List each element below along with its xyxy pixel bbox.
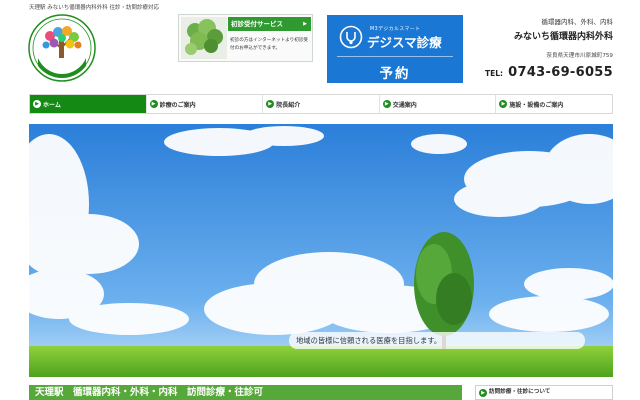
reserve-label: 予約 <box>379 66 411 82</box>
first-visit-title: 初診受付サービス ▶ <box>228 17 311 31</box>
divider <box>337 56 453 57</box>
nav-item-facilities[interactable]: ▶ 施設・設備のご案内 <box>496 95 612 113</box>
section-headline: 天理駅 循環器内科・外科・内科 訪問診療・往診可 <box>29 385 462 400</box>
clinic-logo[interactable] <box>28 14 96 82</box>
arrow-right-icon: ▶ <box>479 388 487 397</box>
arrow-right-icon: ▶ <box>33 100 41 108</box>
nav-item-director[interactable]: ▶ 院長紹介 <box>263 95 380 113</box>
phone-label: TEL: <box>485 69 504 78</box>
global-nav: ▶ ホーム ▶ 診療のご案内 ▶ 院長紹介 ▶ 交通案内 ▶ 施設・設備のご案内 <box>29 94 613 114</box>
arrow-right-icon: ▶ <box>266 100 275 108</box>
digisma-subtitle: M3デジカルスマート <box>370 27 421 32</box>
arrow-right-icon: ▶ <box>303 21 307 27</box>
nav-item-services[interactable]: ▶ 診療のご案内 <box>147 95 264 113</box>
arrow-right-icon: ▶ <box>499 100 508 108</box>
clinic-address: 奈良県天理市川原城町759 <box>546 53 613 59</box>
arrow-right-icon: ▶ <box>149 100 158 108</box>
nav-label: 施設・設備のご案内 <box>509 101 564 109</box>
clinic-name: みないち循環器内科外科 <box>513 32 613 42</box>
first-visit-text: 初診の方はインターネットより初診受付のお申込ができます。 <box>230 38 309 51</box>
stethoscope-icon <box>339 25 363 49</box>
header-tagline: 天理駅 みないち循環器内科外科 往診・訪問診療対応 <box>29 5 159 11</box>
nav-label: 院長紹介 <box>276 101 301 109</box>
clinic-departments: 循環器内科、外科、内科 <box>541 18 614 26</box>
clinic-info: 循環器内科、外科、内科 みないち循環器内科外科 奈良県天理市川原城町759 TE… <box>485 16 613 80</box>
phone-number[interactable]: 0743-69-6055 <box>508 65 613 80</box>
plant-photo <box>181 17 227 59</box>
nav-label: ホーム <box>43 101 61 109</box>
nav-label: 診療のご案内 <box>159 101 196 109</box>
digisma-reserve-button[interactable]: M3デジカルスマート デジスマ診療 予約 <box>327 15 463 83</box>
home-visit-link[interactable]: ▶ 訪問診療・往診について <box>475 385 613 400</box>
clinic-phone[interactable]: TEL: 0743-69-6055 <box>485 61 613 80</box>
arrow-right-icon: ▶ <box>382 100 391 108</box>
nav-label: 交通案内 <box>392 101 417 109</box>
nav-item-access[interactable]: ▶ 交通案内 <box>380 95 497 113</box>
home-visit-label: 訪問診療・往診について <box>489 389 551 395</box>
tree-logo-icon <box>28 14 96 82</box>
hero-image: 地域の皆様に信頼される医療を目指します。 <box>29 124 613 377</box>
page: 天理駅 みないち循環器内科外科 往診・訪問診療対応 初診受付サービス ▶ 初診の… <box>0 0 640 400</box>
nav-item-home[interactable]: ▶ ホーム <box>30 95 147 113</box>
first-visit-banner[interactable]: 初診受付サービス ▶ 初診の方はインターネットより初診受付のお申込ができます。 <box>178 14 313 62</box>
digisma-title: デジスマ診療 <box>367 35 442 50</box>
hero-caption: 地域の皆様に信頼される医療を目指します。 <box>289 332 585 349</box>
